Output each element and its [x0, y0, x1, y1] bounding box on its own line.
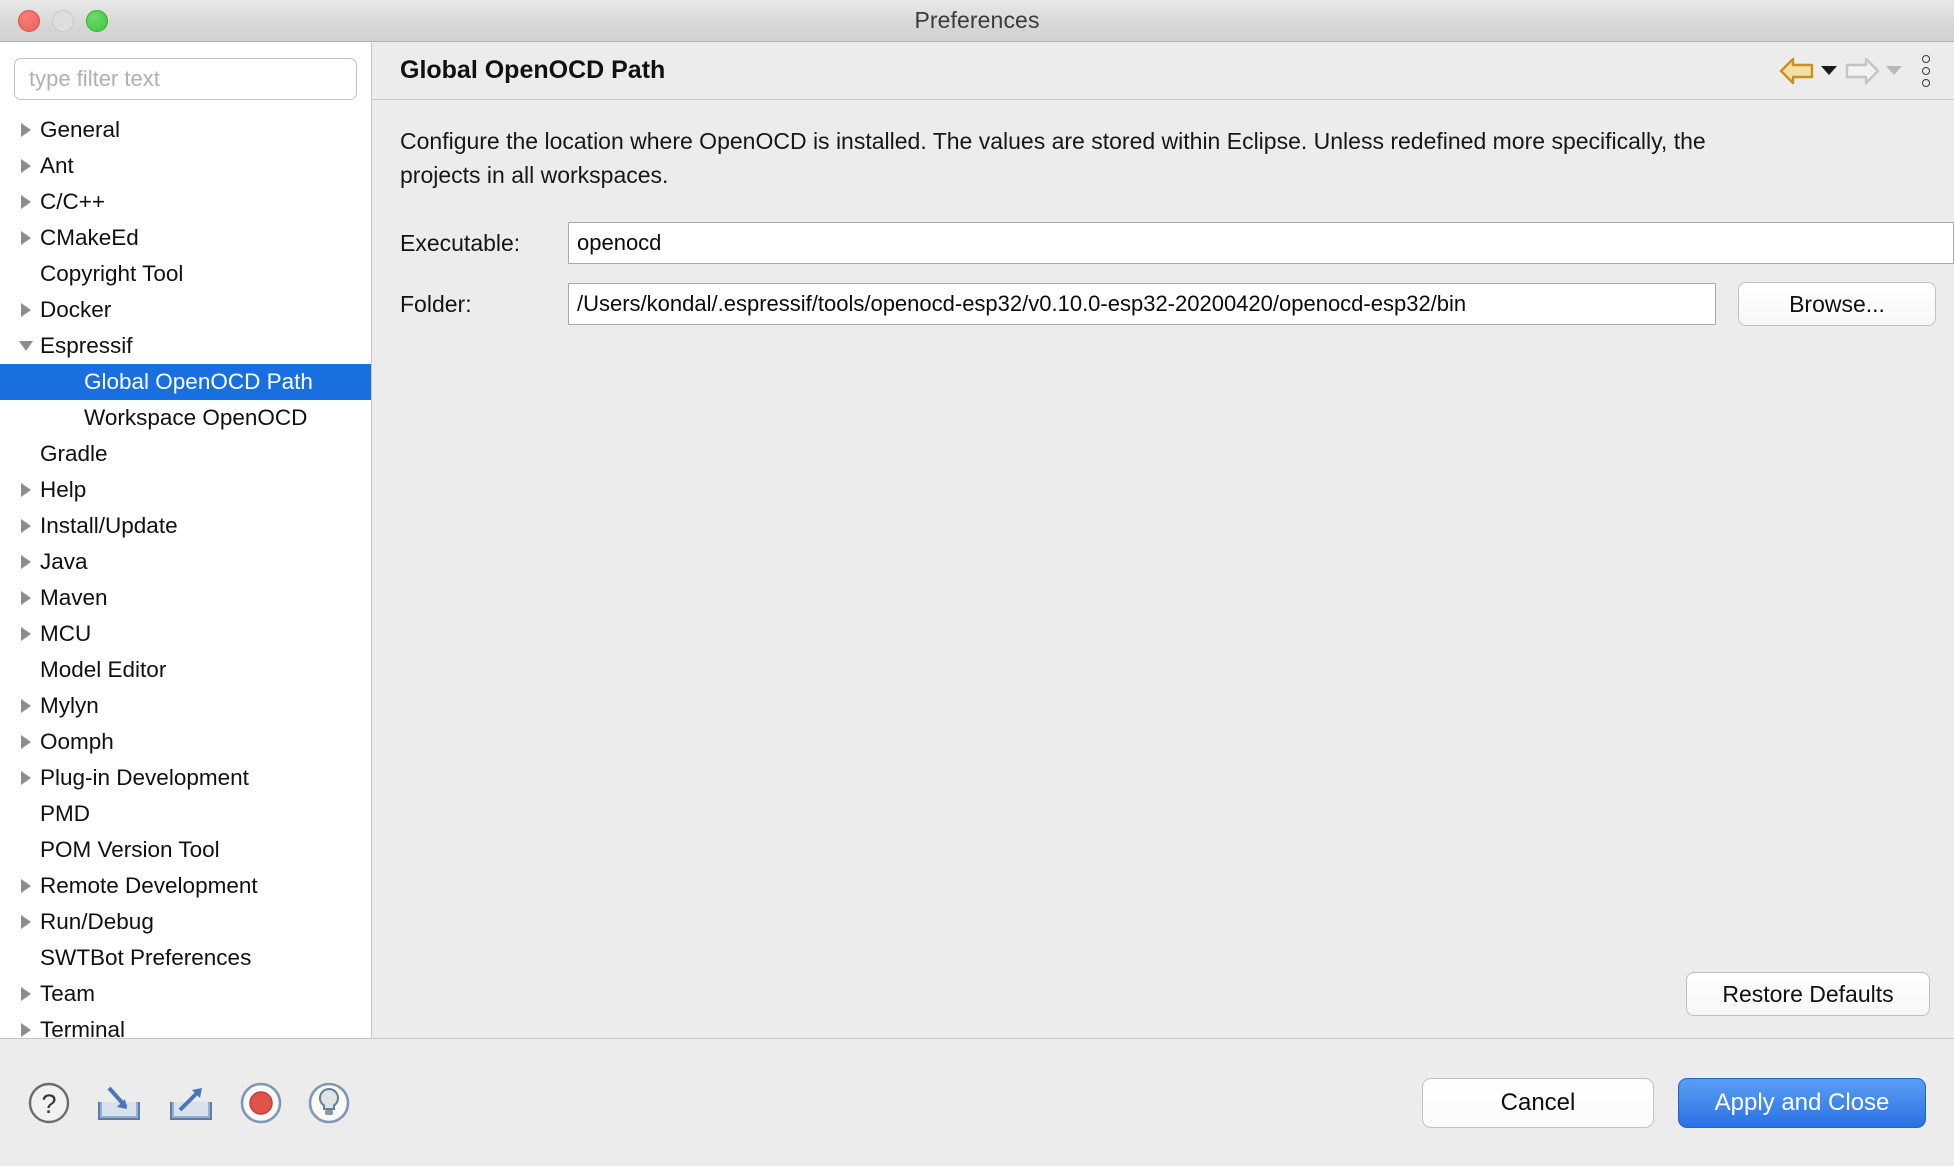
sidebar-item-global-openocd-path[interactable]: Global OpenOCD Path	[0, 364, 371, 400]
sidebar-item-ant[interactable]: Ant	[0, 148, 371, 184]
sidebar-item-label: Model Editor	[40, 657, 167, 682]
content-inner: Configure the location where OpenOCD is …	[372, 100, 1954, 1038]
forward-button[interactable]	[1843, 56, 1902, 86]
kebab-menu-icon[interactable]	[1922, 54, 1930, 87]
sidebar-item-pom-version-tool[interactable]: POM Version Tool	[0, 832, 371, 868]
filter-input[interactable]	[14, 58, 357, 100]
sidebar-item-team[interactable]: Team	[0, 976, 371, 1012]
sidebar-item-label: Global OpenOCD Path	[84, 369, 313, 394]
kebab-dot	[1922, 66, 1930, 75]
kebab-dot	[1922, 78, 1930, 87]
sidebar-item-label: Help	[40, 477, 87, 502]
preferences-sidebar: General Ant C/C++ CMakeEd Copyright Tool Dock…	[0, 42, 372, 1038]
sidebar-item-label: MCU	[40, 621, 92, 646]
sidebar-item-label: Run/Debug	[40, 909, 154, 934]
sidebar-item-label: General	[40, 117, 121, 142]
sidebar-item-label: Espressif	[40, 333, 133, 358]
sidebar-item-java[interactable]: Java	[0, 544, 371, 580]
executable-label: Executable:	[400, 229, 521, 256]
dialog-body: General Ant C/C++ CMakeEd Copyright Tool Dock…	[0, 42, 1954, 1038]
dialog-footer: ? Cancel Apply and Close	[0, 1038, 1954, 1166]
sidebar-item-espressif[interactable]: Espressif	[0, 328, 371, 364]
export-icon[interactable]	[166, 1080, 216, 1126]
import-icon[interactable]	[94, 1080, 144, 1126]
folder-field-row: Folder: Browse...	[372, 282, 1954, 326]
sidebar-item-cmakeed[interactable]: CMakeEd	[0, 220, 371, 256]
cancel-button[interactable]: Cancel	[1422, 1077, 1654, 1128]
back-history-caret[interactable]	[1821, 66, 1837, 75]
window-title: Preferences	[914, 7, 1040, 33]
browse-button[interactable]: Browse...	[1738, 282, 1936, 326]
apply-and-close-button[interactable]: Apply and Close	[1678, 1077, 1926, 1128]
back-button[interactable]	[1778, 56, 1837, 86]
sidebar-item-label: Ant	[40, 153, 74, 178]
content-header: Global OpenOCD Path	[372, 42, 1954, 100]
forward-history-caret[interactable]	[1886, 66, 1902, 75]
restore-defaults-container: Restore Defaults	[1686, 972, 1930, 1016]
sidebar-item-model-editor[interactable]: Model Editor	[0, 652, 371, 688]
sidebar-item-label: Mylyn	[40, 693, 99, 718]
tip-lightbulb-icon[interactable]	[306, 1080, 352, 1126]
sidebar-item-label: Maven	[40, 585, 108, 610]
sidebar-item-c-c[interactable]: C/C++	[0, 184, 371, 220]
sidebar-item-label: Workspace OpenOCD	[84, 405, 308, 430]
sidebar-item-label: Oomph	[40, 729, 114, 754]
sidebar-item-workspace-openocd[interactable]: Workspace OpenOCD	[0, 400, 371, 436]
help-icon[interactable]: ?	[26, 1080, 72, 1126]
forward-arrow-icon	[1845, 57, 1880, 84]
footer-icon-group: ?	[26, 1080, 352, 1126]
sidebar-item-terminal[interactable]: Terminal	[0, 1012, 371, 1038]
folder-label: Folder:	[400, 290, 472, 317]
sidebar-item-swtbot-preferences[interactable]: SWTBot Preferences	[0, 940, 371, 976]
executable-field-row: Executable:	[372, 222, 1954, 264]
preferences-window: Preferences General Ant C/C++ CMakeEd Copyri…	[0, 0, 1954, 1166]
sidebar-item-label: CMakeEd	[40, 225, 139, 250]
sidebar-item-label: Docker	[40, 297, 112, 322]
window-titlebar: Preferences	[0, 0, 1954, 42]
sidebar-item-gradle[interactable]: Gradle	[0, 436, 371, 472]
svg-text:?: ?	[41, 1089, 56, 1119]
sidebar-item-label: C/C++	[40, 189, 106, 214]
filter-container	[0, 42, 371, 108]
restore-defaults-button[interactable]: Restore Defaults	[1686, 972, 1930, 1016]
sidebar-item-label: Install/Update	[40, 513, 178, 538]
sidebar-item-help[interactable]: Help	[0, 472, 371, 508]
sidebar-item-label: PMD	[40, 801, 90, 826]
sidebar-item-general[interactable]: General	[0, 112, 371, 148]
sidebar-item-mcu[interactable]: MCU	[0, 616, 371, 652]
nav-toolbar	[1778, 54, 1932, 87]
record-icon[interactable]	[238, 1080, 284, 1126]
sidebar-item-oomph[interactable]: Oomph	[0, 724, 371, 760]
folder-input[interactable]	[568, 283, 1716, 325]
sidebar-item-label: Gradle	[40, 441, 108, 466]
sidebar-item-copyright-tool[interactable]: Copyright Tool	[0, 256, 371, 292]
kebab-dot	[1922, 54, 1930, 63]
sidebar-item-pmd[interactable]: PMD	[0, 796, 371, 832]
preferences-content-panel: Global OpenOCD Path Configure the locati…	[372, 42, 1954, 1038]
sidebar-item-label: Plug-in Development	[40, 765, 249, 790]
sidebar-item-mylyn[interactable]: Mylyn	[0, 688, 371, 724]
sidebar-item-plug-in-development[interactable]: Plug-in Development	[0, 760, 371, 796]
sidebar-item-label: POM Version Tool	[40, 837, 220, 862]
back-arrow-icon	[1779, 57, 1814, 84]
sidebar-item-maven[interactable]: Maven	[0, 580, 371, 616]
sidebar-item-label: Remote Development	[40, 873, 258, 898]
sidebar-item-label: Terminal	[40, 1017, 126, 1038]
executable-input[interactable]	[568, 222, 1954, 264]
sidebar-item-label: Java	[40, 549, 88, 574]
sidebar-item-label: Copyright Tool	[40, 261, 184, 286]
sidebar-item-install-update[interactable]: Install/Update	[0, 508, 371, 544]
sidebar-item-label: Team	[40, 981, 96, 1006]
page-title: Global OpenOCD Path	[400, 56, 666, 84]
sidebar-item-docker[interactable]: Docker	[0, 292, 371, 328]
page-description: Configure the location where OpenOCD is …	[400, 128, 1706, 188]
sidebar-item-label: SWTBot Preferences	[40, 945, 252, 970]
sidebar-item-run-debug[interactable]: Run/Debug	[0, 904, 371, 940]
sidebar-item-remote-development[interactable]: Remote Development	[0, 868, 371, 904]
preferences-tree[interactable]: General Ant C/C++ CMakeEd Copyright Tool Dock…	[0, 108, 371, 1038]
